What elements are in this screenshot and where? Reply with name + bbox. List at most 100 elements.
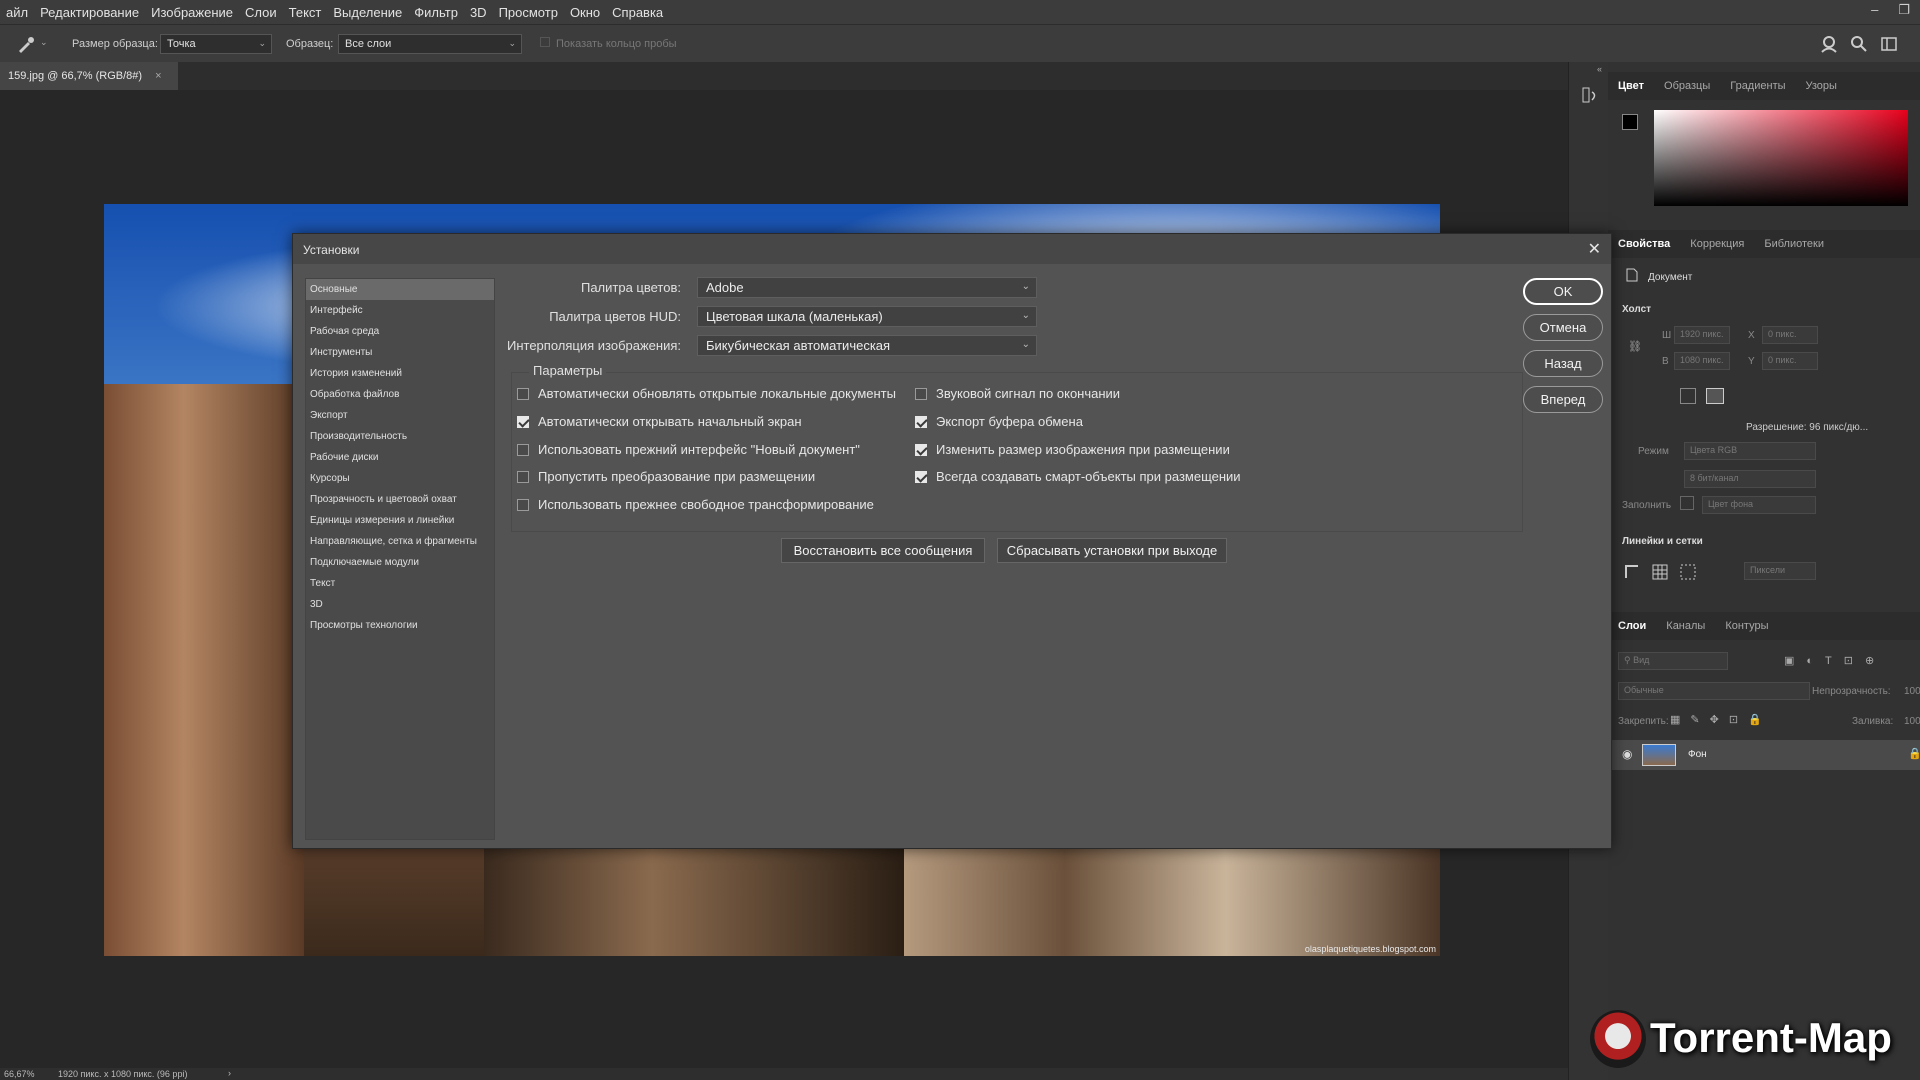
units-select[interactable]: Пиксели xyxy=(1744,562,1816,580)
menu-image[interactable]: Изображение xyxy=(145,5,239,20)
smart-objects-checkbox[interactable] xyxy=(915,470,927,483)
nav-plugins[interactable]: Подключаемые модули xyxy=(306,552,494,573)
legacy-free-transform-option[interactable]: Использовать прежнее свободное трансформ… xyxy=(517,497,874,512)
menu-window[interactable]: Окно xyxy=(564,5,606,20)
menu-filter[interactable]: Фильтр xyxy=(408,5,464,20)
layers-filter-select[interactable]: ⚲ Вид xyxy=(1618,652,1728,670)
blend-mode-select[interactable]: Обычные xyxy=(1618,682,1810,700)
next-button[interactable]: Вперед xyxy=(1523,386,1603,413)
nav-cursors[interactable]: Курсоры xyxy=(306,468,494,489)
legacy-free-transform-checkbox[interactable] xyxy=(517,498,529,511)
eye-icon[interactable]: ◉ xyxy=(1622,747,1632,761)
menu-layers[interactable]: Слои xyxy=(239,5,283,20)
color-field[interactable] xyxy=(1654,110,1908,206)
tab-layers[interactable]: Слои xyxy=(1608,620,1656,632)
landscape-orientation-icon[interactable] xyxy=(1706,388,1724,404)
legacy-new-doc-option[interactable]: Использовать прежний интерфейс "Новый до… xyxy=(517,442,860,457)
nav-3d[interactable]: 3D xyxy=(306,594,494,615)
history-panel-icon[interactable] xyxy=(1581,86,1599,104)
legacy-new-doc-checkbox[interactable] xyxy=(517,443,529,456)
skip-transform-checkbox[interactable] xyxy=(517,470,529,483)
tab-properties[interactable]: Свойства xyxy=(1608,238,1680,250)
menu-view[interactable]: Просмотр xyxy=(493,5,564,20)
foreground-color-swatch[interactable] xyxy=(1622,114,1638,130)
reset-on-exit-button[interactable]: Сбрасывать установки при выходе xyxy=(997,538,1227,563)
fill-swatch[interactable] xyxy=(1680,496,1694,510)
status-arrow-icon[interactable]: › xyxy=(228,1068,231,1078)
close-tab-icon[interactable]: × xyxy=(155,70,161,82)
user-search-icon[interactable] xyxy=(1820,35,1838,53)
menu-edit[interactable]: Редактирование xyxy=(34,5,145,20)
link-icon[interactable]: ⛓ xyxy=(1628,340,1642,353)
tab-paths[interactable]: Контуры xyxy=(1715,620,1778,632)
sample-layers-select[interactable]: Все слои ⌄ xyxy=(338,34,522,54)
nav-scratch-disks[interactable]: Рабочие диски xyxy=(306,447,494,468)
fill-opacity-value[interactable]: 100 xyxy=(1904,716,1920,727)
tab-channels[interactable]: Каналы xyxy=(1656,620,1715,632)
eyedropper-icon[interactable] xyxy=(16,34,36,54)
export-clipboard-checkbox[interactable] xyxy=(915,415,927,428)
lock-icons[interactable]: ▦✎✥⊡🔒 xyxy=(1670,713,1772,726)
y-field[interactable]: 0 пикс. xyxy=(1762,352,1818,370)
chevron-down-icon[interactable]: ⌄ xyxy=(40,37,48,48)
menu-3d[interactable]: 3D xyxy=(464,5,493,20)
nav-general[interactable]: Основные xyxy=(306,279,494,300)
nav-performance[interactable]: Производительность xyxy=(306,426,494,447)
interpolation-select[interactable]: Бикубическая автоматическая ⌄ xyxy=(697,335,1037,356)
opacity-value[interactable]: 100 xyxy=(1904,686,1920,697)
auto-start-screen-checkbox[interactable] xyxy=(517,415,529,428)
minimize-button[interactable]: – xyxy=(1871,2,1878,18)
zoom-level[interactable]: 66,67% xyxy=(4,1069,35,1079)
nav-interface[interactable]: Интерфейс xyxy=(306,300,494,321)
tab-swatches[interactable]: Образцы xyxy=(1654,80,1720,92)
tab-adjustments[interactable]: Коррекция xyxy=(1680,238,1754,250)
export-clipboard-option[interactable]: Экспорт буфера обмена xyxy=(915,414,1083,429)
height-field[interactable]: 1080 пикс. xyxy=(1674,352,1730,370)
nav-file-handling[interactable]: Обработка файлов xyxy=(306,384,494,405)
collapse-panels-icon[interactable]: « xyxy=(1597,64,1602,74)
guides-icon[interactable] xyxy=(1680,564,1696,580)
dialog-title-bar[interactable]: Установки xyxy=(293,234,1611,264)
auto-start-screen-option[interactable]: Автоматически открывать начальный экран xyxy=(517,414,802,429)
nav-history[interactable]: История изменений xyxy=(306,363,494,384)
canvas-section-label[interactable]: Холст xyxy=(1622,304,1651,315)
close-icon[interactable]: ✕ xyxy=(1588,239,1601,259)
resize-on-place-option[interactable]: Изменить размер изображения при размещен… xyxy=(915,442,1230,457)
x-field[interactable]: 0 пикс. xyxy=(1762,326,1818,344)
show-ring-checkbox[interactable] xyxy=(540,37,550,47)
fill-select[interactable]: Цвет фона xyxy=(1702,496,1816,514)
tab-gradients[interactable]: Градиенты xyxy=(1720,80,1795,92)
nav-tech-previews[interactable]: Просмотры технологии xyxy=(306,615,494,636)
menu-select[interactable]: Выделение xyxy=(327,5,408,20)
cancel-button[interactable]: Отмена xyxy=(1523,314,1603,341)
menu-help[interactable]: Справка xyxy=(606,5,669,20)
portrait-orientation-icon[interactable] xyxy=(1680,388,1696,404)
tab-libraries[interactable]: Библиотеки xyxy=(1754,238,1834,250)
document-tab[interactable]: 159.jpg @ 66,7% (RGB/8#) × xyxy=(0,62,178,90)
sample-size-select[interactable]: Точка ⌄ xyxy=(160,34,272,54)
beep-option[interactable]: Звуковой сигнал по окончании xyxy=(915,386,1120,401)
hud-picker-select[interactable]: Цветовая шкала (маленькая) ⌄ xyxy=(697,306,1037,327)
width-field[interactable]: 1920 пикс. xyxy=(1674,326,1730,344)
menu-type[interactable]: Текст xyxy=(283,5,328,20)
mode-select[interactable]: Цвета RGB xyxy=(1684,442,1816,460)
nav-export[interactable]: Экспорт xyxy=(306,405,494,426)
grid-icon[interactable] xyxy=(1652,564,1668,580)
smart-objects-option[interactable]: Всегда создавать смарт-объекты при разме… xyxy=(915,469,1241,484)
nav-transparency[interactable]: Прозрачность и цветовой охват xyxy=(306,489,494,510)
skip-transform-option[interactable]: Пропустить преобразование при размещении xyxy=(517,469,815,484)
beep-checkbox[interactable] xyxy=(915,387,927,400)
auto-update-docs-option[interactable]: Автоматически обновлять открытые локальн… xyxy=(517,386,896,401)
workspace-icon[interactable] xyxy=(1880,35,1898,53)
resize-on-place-checkbox[interactable] xyxy=(915,443,927,456)
ok-button[interactable]: OK xyxy=(1523,278,1603,305)
rulers-section-label[interactable]: Линейки и сетки xyxy=(1622,536,1703,547)
layer-row[interactable]: ◉ Фон 🔒 xyxy=(1608,740,1920,770)
nav-guides-grid[interactable]: Направляющие, сетка и фрагменты xyxy=(306,531,494,552)
auto-update-docs-checkbox[interactable] xyxy=(517,387,529,400)
tab-patterns[interactable]: Узоры xyxy=(1796,80,1847,92)
ruler-icon[interactable] xyxy=(1624,564,1640,580)
tab-color[interactable]: Цвет xyxy=(1608,80,1654,92)
prev-button[interactable]: Назад xyxy=(1523,350,1603,377)
restore-messages-button[interactable]: Восстановить все сообщения xyxy=(781,538,985,563)
